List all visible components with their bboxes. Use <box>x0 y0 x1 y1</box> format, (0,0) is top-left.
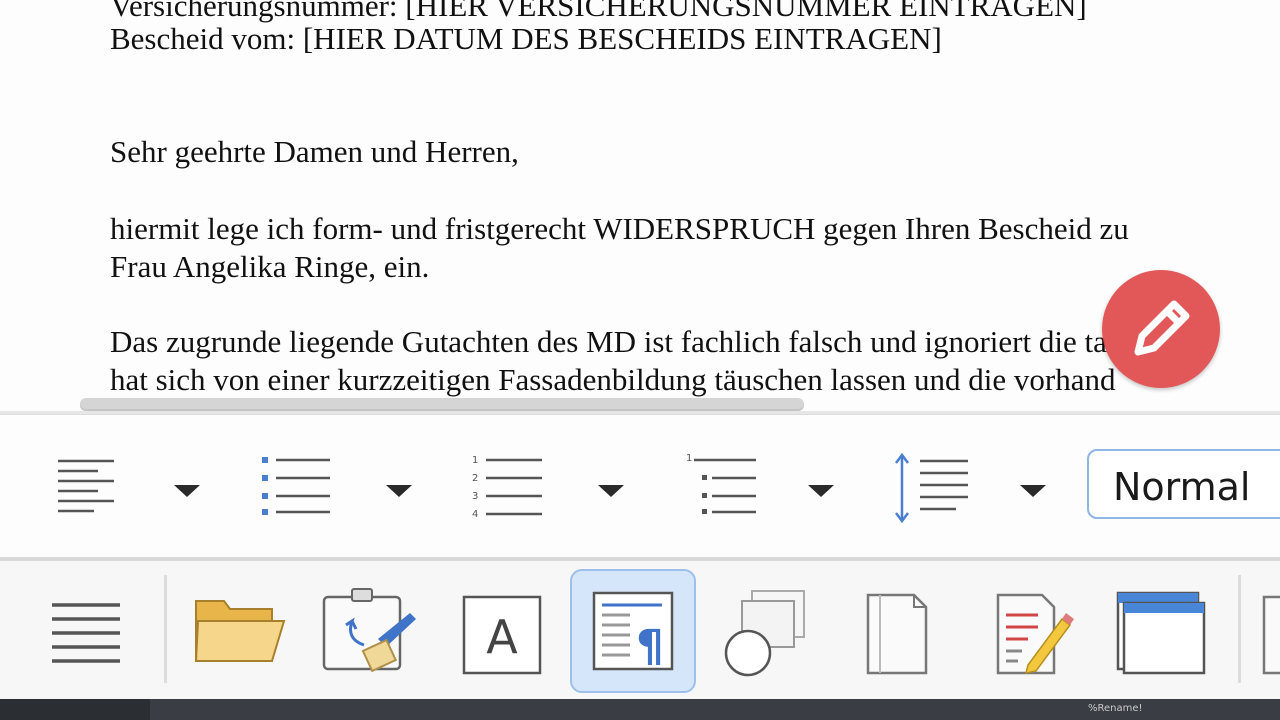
partial-page-icon <box>1262 595 1280 675</box>
window-icon <box>1116 591 1206 675</box>
menu-lines-icon <box>52 603 120 663</box>
doc-line-salutation[interactable]: Sehr geehrte Damen und Herren, <box>110 134 519 170</box>
numbered-list-icon: 1 2 3 4 <box>472 455 542 520</box>
outline-list-button[interactable]: 1 <box>684 451 774 527</box>
clone-formatting-button[interactable] <box>306 569 432 693</box>
paragraph-style-value: Normal <box>1113 465 1251 509</box>
doc-line-reason-2[interactable]: hat sich von einer kurzzeitigen Fassaden… <box>110 362 1116 398</box>
more-tools-button[interactable] <box>1250 569 1280 693</box>
doc-line-reason-1[interactable]: Das zugrunde liegende Gutachten des MD i… <box>110 324 1107 360</box>
doc-margin <box>1264 0 1280 414</box>
svg-text:2: 2 <box>472 473 478 484</box>
doc-line-objection-1[interactable]: hiermit lege ich form- und fristgerecht … <box>110 211 1129 247</box>
outline-list-icon: 1 <box>686 453 756 514</box>
paragraph-style-select[interactable]: Normal <box>1087 449 1280 519</box>
line-spacing-dropdown[interactable] <box>1020 485 1046 497</box>
toolbar-separator <box>1238 575 1241 683</box>
outline-list-dropdown[interactable] <box>808 485 834 497</box>
shapes-icon <box>724 590 805 677</box>
edit-document-icon <box>996 593 1074 675</box>
page-button[interactable] <box>834 569 960 693</box>
svg-text:A: A <box>486 610 518 664</box>
svg-text:¶: ¶ <box>636 621 664 672</box>
doc-line-notice-date[interactable]: Bescheid vom: [HIER DATUM DES BESCHEIDS … <box>110 21 942 57</box>
status-text: %Rename! <box>1088 703 1143 714</box>
text-box-button[interactable]: A <box>438 569 564 693</box>
main-toolbar: A ¶ <box>0 561 1280 699</box>
document-canvas[interactable]: Versicherungsnummer: [HIER VERSICHERUNGS… <box>0 0 1280 414</box>
bullet-list-dropdown[interactable] <box>386 485 412 497</box>
svg-text:1: 1 <box>686 453 692 464</box>
line-spacing-icon <box>895 452 968 524</box>
numbered-list-button[interactable]: 1 2 3 4 <box>468 451 558 527</box>
toolbar-separator <box>164 575 167 683</box>
bullet-list-button[interactable] <box>258 451 348 527</box>
align-button[interactable] <box>54 451 144 527</box>
system-status-bar: %Rename! <box>0 699 1280 720</box>
open-button[interactable] <box>176 569 302 693</box>
window-button[interactable] <box>1098 569 1224 693</box>
page-icon <box>866 593 928 675</box>
edit-button[interactable] <box>1102 270 1220 388</box>
pencil-icon <box>1134 300 1190 356</box>
formatting-marks-icon: ¶ <box>592 591 674 672</box>
align-left-icon <box>58 459 114 513</box>
menu-button[interactable] <box>22 569 148 693</box>
folder-open-icon <box>194 600 286 662</box>
text-frame-icon: A <box>462 595 542 675</box>
formatting-toolbar: 1 2 3 4 1 Normal <box>0 414 1280 561</box>
numbered-list-dropdown[interactable] <box>598 485 624 497</box>
svg-text:3: 3 <box>472 491 478 502</box>
svg-text:4: 4 <box>472 509 478 520</box>
clone-formatting-icon <box>322 588 416 673</box>
bullet-list-icon <box>262 457 330 515</box>
doc-line-objection-2[interactable]: Frau Angelika Ringe, ein. <box>110 249 429 285</box>
svg-text:1: 1 <box>472 455 478 466</box>
formatting-marks-button[interactable]: ¶ <box>570 569 696 693</box>
shapes-button[interactable] <box>702 569 828 693</box>
horizontal-scrollbar[interactable] <box>80 398 804 411</box>
line-spacing-button[interactable] <box>892 451 982 527</box>
align-dropdown[interactable] <box>174 485 200 497</box>
edit-document-button[interactable] <box>966 569 1092 693</box>
